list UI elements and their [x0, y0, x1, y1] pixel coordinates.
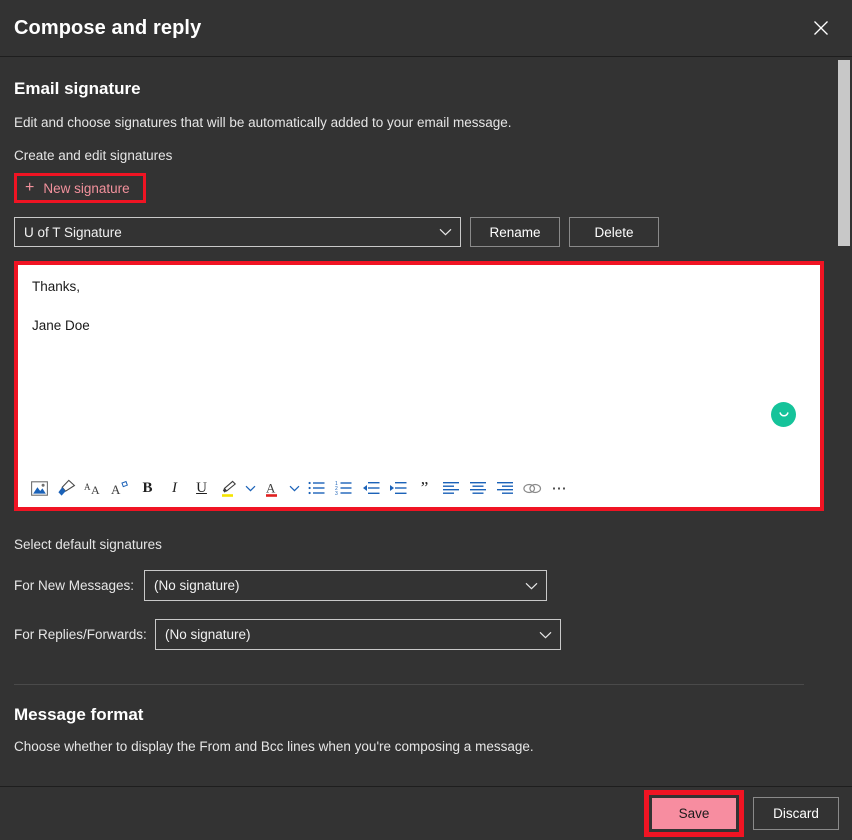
for-new-messages-label: For New Messages:	[14, 578, 144, 593]
decrease-indent-icon[interactable]	[357, 474, 384, 502]
font-color-icon[interactable]: A	[259, 474, 286, 502]
more-options-icon[interactable]: ⋯	[546, 474, 573, 502]
new-signature-highlight: + New signature	[14, 173, 146, 203]
for-replies-forwards-row: For Replies/Forwards: (No signature)	[14, 619, 828, 650]
for-new-messages-select[interactable]: (No signature)	[144, 570, 547, 601]
increase-indent-icon[interactable]	[384, 474, 411, 502]
compose-and-reply-dialog: Compose and reply Email signature Edit a…	[0, 0, 852, 840]
message-format-heading: Message format	[14, 705, 828, 725]
save-button-highlight: Save	[644, 790, 744, 837]
plus-icon: +	[25, 180, 34, 196]
vertical-scrollbar[interactable]	[836, 57, 852, 786]
save-button[interactable]: Save	[652, 798, 736, 829]
insert-picture-icon[interactable]	[26, 474, 53, 502]
default-signatures-section: Select default signatures For New Messag…	[14, 537, 828, 650]
signature-select-row: U of T Signature Rename Delete	[14, 217, 828, 247]
signature-select-value: U of T Signature	[24, 225, 122, 240]
align-right-icon[interactable]	[492, 474, 519, 502]
grammarly-icon[interactable]	[771, 402, 796, 427]
new-signature-label: New signature	[43, 181, 129, 196]
svg-text:A: A	[84, 482, 91, 492]
section-divider	[14, 684, 804, 685]
page-title: Compose and reply	[14, 17, 201, 40]
svg-text:A: A	[91, 483, 100, 496]
chevron-down-icon	[539, 631, 552, 639]
align-center-icon[interactable]	[465, 474, 492, 502]
close-icon[interactable]	[798, 6, 844, 50]
signature-text-area[interactable]: Thanks, Jane Doe	[18, 265, 820, 469]
message-format-description: Choose whether to display the From and B…	[14, 739, 828, 754]
new-signature-button[interactable]: + New signature	[17, 176, 143, 200]
signature-line-1: Thanks,	[32, 279, 806, 295]
bulleted-list-icon[interactable]	[303, 474, 330, 502]
message-format-section: Message format Choose whether to display…	[14, 705, 828, 754]
dialog-body: Email signature Edit and choose signatur…	[0, 57, 852, 786]
for-replies-forwards-select[interactable]: (No signature)	[155, 619, 561, 650]
dialog-footer: Save Discard	[0, 786, 852, 840]
email-signature-description: Edit and choose signatures that will be …	[14, 115, 828, 130]
highlight-icon[interactable]	[215, 474, 242, 502]
select-default-signatures-label: Select default signatures	[14, 537, 828, 552]
scrollbar-thumb[interactable]	[838, 60, 850, 246]
editor-toolbar: A A A B	[18, 469, 820, 507]
svg-text:3: 3	[335, 491, 338, 495]
delete-signature-button[interactable]: Delete	[569, 217, 659, 247]
chevron-down-icon	[439, 228, 452, 236]
highlight-chevron-icon[interactable]	[242, 474, 259, 502]
dialog-titlebar: Compose and reply	[0, 0, 852, 57]
insert-link-icon[interactable]	[519, 474, 546, 502]
signature-editor-highlight: Thanks, Jane Doe	[14, 261, 824, 511]
numbered-list-icon[interactable]: 1 2 3	[330, 474, 357, 502]
rename-signature-button[interactable]: Rename	[470, 217, 560, 247]
italic-icon[interactable]: I	[161, 474, 188, 502]
signature-line-2: Jane Doe	[32, 318, 806, 334]
for-new-messages-row: For New Messages: (No signature)	[14, 570, 828, 601]
underline-icon[interactable]: U	[188, 474, 215, 502]
svg-text:A: A	[111, 482, 121, 496]
signature-editor: Thanks, Jane Doe	[18, 265, 820, 507]
for-replies-forwards-label: For Replies/Forwards:	[14, 627, 155, 642]
quote-icon[interactable]: ”	[411, 474, 438, 502]
format-painter-icon[interactable]	[53, 474, 80, 502]
for-replies-forwards-value: (No signature)	[165, 627, 251, 642]
create-and-edit-signatures-label: Create and edit signatures	[14, 148, 828, 163]
font-size-icon[interactable]: A A	[80, 474, 107, 502]
svg-text:A: A	[266, 480, 276, 495]
chevron-down-icon	[525, 582, 538, 590]
settings-content: Email signature Edit and choose signatur…	[0, 57, 852, 786]
bold-icon[interactable]: B	[134, 474, 161, 502]
for-new-messages-value: (No signature)	[154, 578, 240, 593]
font-color-chevron-icon[interactable]	[286, 474, 303, 502]
align-left-icon[interactable]	[438, 474, 465, 502]
signature-select[interactable]: U of T Signature	[14, 217, 461, 247]
clear-formatting-icon[interactable]: A	[107, 474, 134, 502]
discard-button[interactable]: Discard	[753, 797, 839, 830]
email-signature-heading: Email signature	[14, 79, 828, 99]
